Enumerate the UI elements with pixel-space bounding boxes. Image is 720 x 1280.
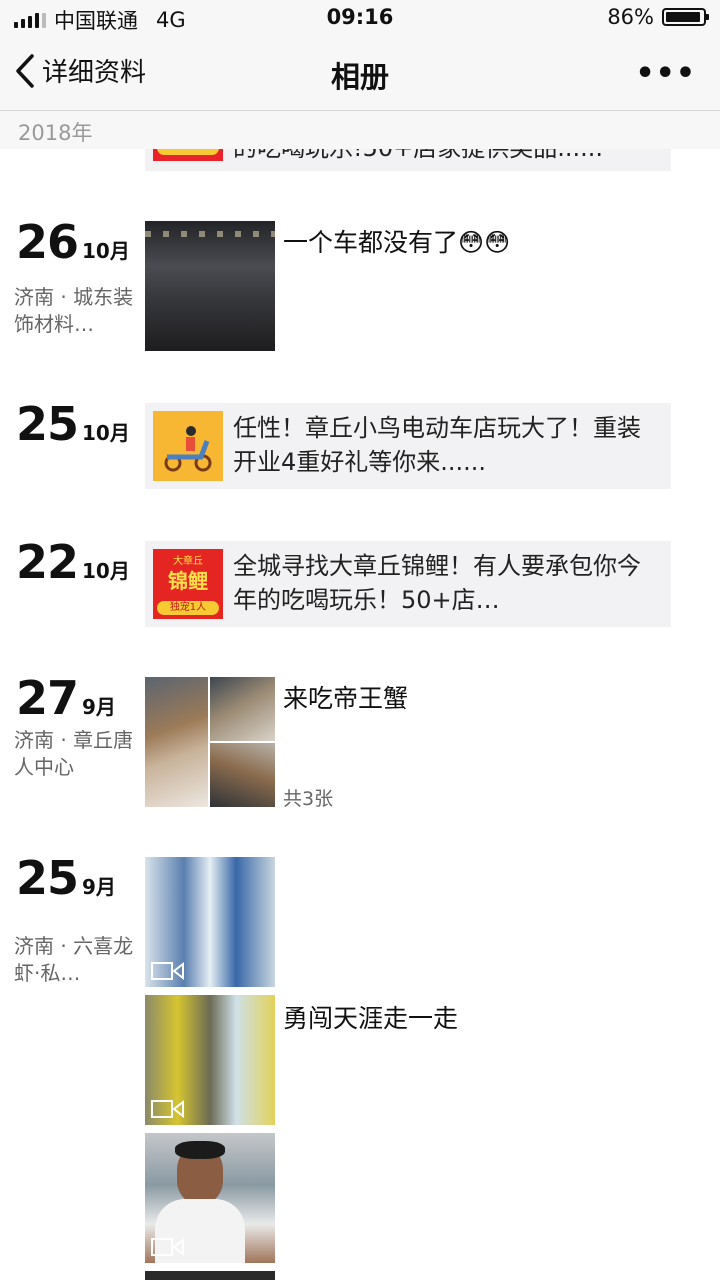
photo-thumbnail[interactable] xyxy=(210,677,275,741)
link-title: 的吃喝玩乐!50+店家提供奖品...... xyxy=(233,149,657,165)
entry-date: 26 10月 xyxy=(16,215,130,269)
nav-bar: 详细资料 相册 ••• xyxy=(0,34,720,111)
link-card[interactable]: 任性！章丘小鸟电动车店玩大了！重装开业4重好礼等你来...... xyxy=(145,403,671,489)
entry-location: 济南 · 城东装饰材料… xyxy=(14,285,134,336)
link-thumbnail xyxy=(153,149,223,161)
video-icon xyxy=(151,961,184,981)
link-card-partial[interactable]: 的吃喝玩乐!50+店家提供奖品...... xyxy=(145,149,671,171)
link-title: 全城寻找大章丘锦鲤！有人要承包你今年的吃喝玩乐！50+店… xyxy=(233,552,641,614)
day-number: 27 xyxy=(16,671,79,725)
status-bar: 中国联通 4G 09:16 86% xyxy=(0,0,720,34)
link-thumbnail xyxy=(153,411,223,481)
thumb-badge: 独宠1人 xyxy=(157,601,219,615)
day-number: 26 xyxy=(16,215,79,269)
entry-date: 25 9月 xyxy=(16,851,116,905)
entry-location: 济南 · 六喜龙虾·私… xyxy=(14,934,134,985)
link-card[interactable]: 大章丘 锦鲤 独宠1人 全城寻找大章丘锦鲤！有人要承包你今年的吃喝玩乐！50+店… xyxy=(145,541,671,627)
post-caption: 来吃帝王蟹 xyxy=(283,684,409,713)
post-caption: 一个车都没有了😳😳 xyxy=(283,228,511,257)
video-thumbnail[interactable] xyxy=(145,995,275,1125)
post-caption: 勇闯天涯走一走 xyxy=(283,1004,459,1033)
link-thumbnail: 大章丘 锦鲤 独宠1人 xyxy=(153,549,223,619)
photo-count: 共3张 xyxy=(283,788,334,810)
page-title: 相册 xyxy=(330,60,389,94)
thumb-title: 锦鲤 xyxy=(168,569,208,593)
battery-icon xyxy=(662,8,709,26)
entry-date: 27 9月 xyxy=(16,671,116,725)
month-label: 10月 xyxy=(82,239,130,263)
video-thumbnail[interactable] xyxy=(145,857,275,987)
video-thumbnail[interactable] xyxy=(145,1271,275,1280)
photo-grid[interactable] xyxy=(145,677,275,807)
more-button[interactable]: ••• xyxy=(635,56,696,91)
month-label: 10月 xyxy=(82,559,130,583)
video-icon xyxy=(151,1237,184,1257)
year-header: 2018年 xyxy=(0,111,720,149)
month-label: 10月 xyxy=(82,421,130,445)
day-number: 22 xyxy=(16,535,79,589)
album-list[interactable]: 的吃喝玩乐!50+店家提供奖品...... 2610月 济南 · 城东装饰材料…… xyxy=(0,149,720,1280)
entry-date: 25 10月 xyxy=(16,397,130,451)
battery-percent: 86% xyxy=(607,5,654,29)
month-label: 9月 xyxy=(82,875,116,899)
video-thumbnail[interactable] xyxy=(145,1133,275,1263)
year-label: 2018年 xyxy=(18,121,93,145)
day-number: 25 xyxy=(16,851,79,905)
photo-thumbnail[interactable] xyxy=(210,743,275,807)
video-icon xyxy=(151,1099,184,1119)
photo-thumbnail[interactable] xyxy=(145,677,208,807)
link-title: 任性！章丘小鸟电动车店玩大了！重装开业4重好礼等你来...... xyxy=(233,414,641,476)
entry-location: 济南 · 章丘唐人中心 xyxy=(14,728,134,779)
photo-thumbnail[interactable] xyxy=(145,221,275,351)
scooter-icon xyxy=(164,426,212,472)
entry-date: 22 10月 xyxy=(16,535,130,589)
day-number: 25 xyxy=(16,397,79,451)
month-label: 9月 xyxy=(82,695,116,719)
